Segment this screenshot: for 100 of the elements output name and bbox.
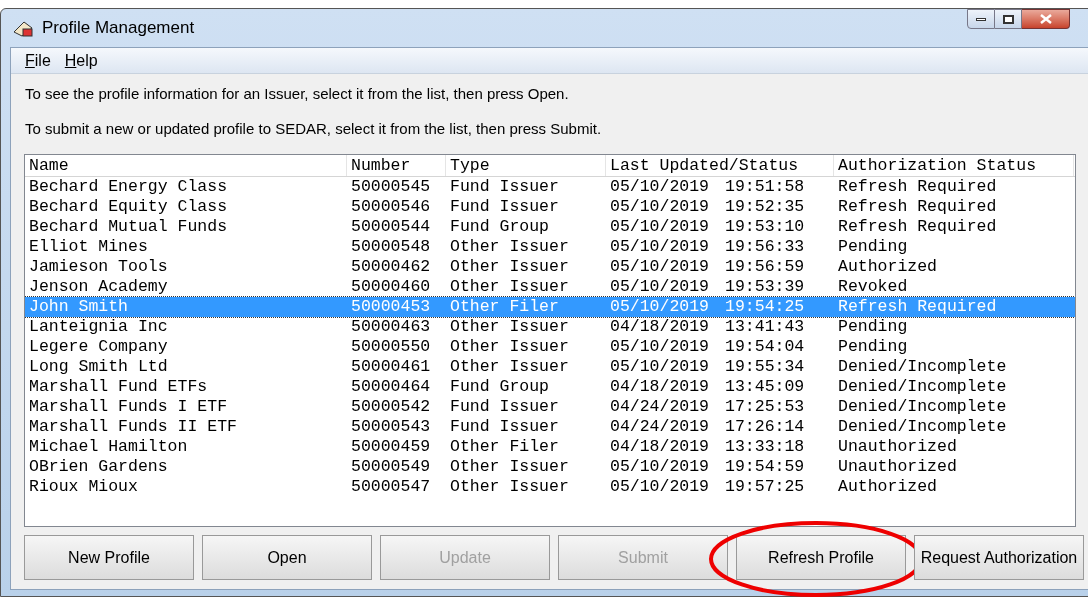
time-cell: 19:54:04 [725,337,805,357]
column-header[interactable]: Last Updated/Status [606,155,834,176]
name-cell-text: Marshall Funds I ETF [28,397,229,417]
number-cell-text: 50000549 [350,457,432,477]
date-cell: 05/10/2019 [610,337,710,357]
name-cell-text: Michael Hamilton [28,437,189,457]
date-cell: 05/10/2019 [610,357,710,377]
name-cell-text: Bechard Mutual Funds [28,217,229,237]
name-cell-text: Bechard Equity Class [28,197,229,217]
window-title: Profile Management [42,17,195,40]
list-row[interactable]: Bechard Mutual Funds 50000544 Fund Group 05/10/2019 19:53:10 Refresh Required [25,217,1075,237]
time-cell: 17:25:53 [725,397,805,417]
date-cell: 05/10/2019 [610,197,710,217]
list-row[interactable]: Lanteignia Inc 50000463 Other Issuer 04/18/2019 13:41:43 Pending [25,317,1075,337]
time-cell: 13:45:09 [725,377,805,397]
number-cell-text: 50000548 [350,237,432,257]
number-cell-text: 50000464 [350,377,432,397]
status-cell-text: Revoked [837,277,909,297]
date-cell: 04/24/2019 [610,417,710,437]
type-cell-text: Other Issuer [449,257,570,277]
time-cell: 19:52:35 [725,197,805,217]
action-button[interactable]: New Profile [24,535,194,580]
list-row[interactable]: Legere Company 50000550 Other Issuer 05/10/2019 19:54:04 Pending [25,337,1075,357]
status-cell-text: Pending [837,317,909,337]
number-cell-text: 50000550 [350,337,432,357]
status-cell-text: Pending [837,237,909,257]
list-row[interactable]: Bechard Energy Class 50000545 Fund Issuer 05/10/2019 19:51:58 Refresh Required [25,177,1075,197]
column-header[interactable]: Name [25,155,347,176]
list-row[interactable]: Bechard Equity Class 50000546 Fund Issuer 05/10/2019 19:52:35 Refresh Required [25,197,1075,217]
list-row[interactable]: Elliot Mines 50000548 Other Issuer 05/10/2019 19:56:33 Pending [25,237,1075,257]
name-cell-text: Lanteignia Inc [28,317,169,337]
status-cell-text: Denied/Incomplete [837,417,1008,437]
maximize-button[interactable] [995,9,1022,29]
number-cell-text: 50000545 [350,177,432,197]
list-row[interactable]: Jamieson Tools 50000462 Other Issuer 05/10/2019 19:56:59 Authorized [25,257,1075,277]
time-cell: 19:55:34 [725,357,805,377]
date-cell: 04/18/2019 [610,377,710,397]
name-cell-text: Jamieson Tools [28,257,169,277]
date-cell: 05/10/2019 [610,177,710,197]
type-cell-text: Fund Issuer [449,417,560,437]
type-cell-text: Fund Group [449,377,551,397]
action-button[interactable]: Open [202,535,372,580]
name-cell-text: Rioux Mioux [28,477,139,497]
type-cell-text: Other Filer [449,437,560,457]
action-button[interactable]: Request Authorization [914,535,1084,580]
name-cell-text: Marshall Funds II ETF [28,417,238,437]
type-cell-text: Fund Group [449,217,551,237]
close-button[interactable] [1022,9,1070,29]
minimize-button[interactable] [967,9,995,29]
type-cell-text: Other Issuer [449,237,570,257]
list-row[interactable]: Marshall Funds I ETF 50000542 Fund Issuer 04/24/2019 17:25:53 Denied/Incomplete [25,397,1075,417]
date-cell: 05/10/2019 [610,457,710,477]
status-cell-text: Denied/Incomplete [837,377,1008,397]
number-cell-text: 50000461 [350,357,432,377]
number-cell-text: 50000462 [350,257,432,277]
status-cell-text: Unauthorized [837,437,958,457]
time-cell: 19:53:10 [725,217,805,237]
menu-item[interactable]: File [25,48,51,73]
list-row[interactable]: Michael Hamilton 50000459 Other Filer 04/18/2019 13:33:18 Unauthorized [25,437,1075,457]
list-row[interactable]: Marshall Funds II ETF 50000543 Fund Issuer 04/24/2019 17:26:14 Denied/Incomplete [25,417,1075,437]
menu-item[interactable]: Help [64,48,98,73]
date-cell: 05/10/2019 [610,217,710,237]
date-cell: 04/18/2019 [610,317,710,337]
name-cell-text: Jenson Academy [28,277,169,297]
date-cell: 05/10/2019 [610,237,710,257]
type-cell-text: Fund Issuer [449,397,560,417]
name-cell-text: Marshall Fund ETFs [28,377,209,397]
number-cell-text: 50000460 [350,277,432,297]
column-header[interactable]: Authorization Status [834,155,1074,176]
time-cell: 17:26:14 [725,417,805,437]
list-row[interactable]: Marshall Fund ETFs 50000464 Fund Group 04/18/2019 13:45:09 Denied/Incomplete [25,377,1075,397]
instruction-text: To see the profile information for an Issuer, select it from the list, then press Open. [25,84,570,104]
type-cell-text: Other Issuer [449,477,570,497]
date-cell: 05/10/2019 [610,257,710,277]
time-cell: 19:56:59 [725,257,805,277]
status-cell-text: Refresh Required [837,177,998,197]
list-row[interactable]: Jenson Academy 50000460 Other Issuer 05/10/2019 19:53:39 Revoked [25,277,1075,297]
status-cell-text: Pending [837,337,909,357]
status-cell-text: Authorized [837,477,939,497]
time-cell: 19:54:25 [725,297,805,317]
date-cell: 04/24/2019 [610,397,710,417]
date-cell: 05/10/2019 [610,297,710,317]
time-cell: 13:33:18 [725,437,805,457]
column-header[interactable]: Type [446,155,606,176]
number-cell-text: 50000546 [350,197,432,217]
list-row[interactable]: Rioux Mioux 50000547 Other Issuer 05/10/2019 19:57:25 Authorized [25,477,1075,497]
time-cell: 19:56:33 [725,237,805,257]
status-cell-text: Denied/Incomplete [837,397,1008,417]
column-header[interactable]: Number [347,155,446,176]
status-cell-text: Authorized [837,257,939,277]
number-cell-text: 50000453 [350,297,432,317]
type-cell-text: Other Issuer [449,277,570,297]
name-cell-text: Bechard Energy Class [28,177,229,197]
number-cell-text: 50000547 [350,477,432,497]
list-row[interactable]: Long Smith Ltd 50000461 Other Issuer 05/10/2019 19:55:34 Denied/Incomplete [25,357,1075,377]
number-cell-text: 50000542 [350,397,432,417]
status-cell-text: Denied/Incomplete [837,357,1008,377]
list-row[interactable]: OBrien Gardens 50000549 Other Issuer 05/10/2019 19:54:59 Unauthorized [25,457,1075,477]
action-button[interactable]: Refresh Profile [736,535,906,580]
type-cell-text: Other Filer [449,297,560,317]
